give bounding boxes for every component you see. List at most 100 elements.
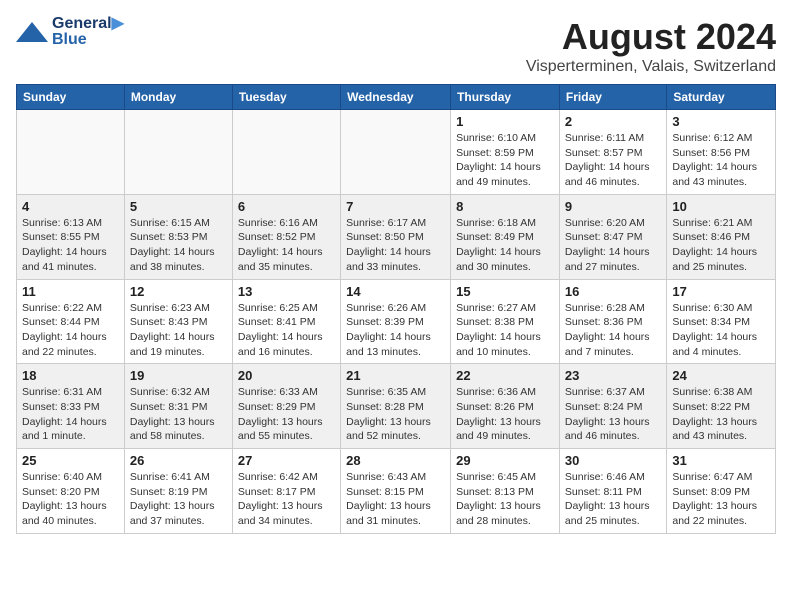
day-info: Sunrise: 6:10 AM Sunset: 8:59 PM Dayligh… bbox=[456, 131, 554, 190]
weekday-header-monday: Monday bbox=[124, 85, 232, 110]
calendar-cell: 6 Sunrise: 6:16 AM Sunset: 8:52 PM Daylig… bbox=[232, 194, 340, 279]
month-title: August 2024 bbox=[526, 16, 776, 58]
day-info: Sunrise: 6:15 AM Sunset: 8:53 PM Dayligh… bbox=[130, 216, 227, 275]
calendar-cell bbox=[17, 110, 125, 195]
day-info: Sunrise: 6:31 AM Sunset: 8:33 PM Dayligh… bbox=[22, 385, 119, 444]
calendar-cell: 21Sunrise: 6:35 AM Sunset: 8:28 PM Dayli… bbox=[341, 364, 451, 449]
calendar-cell: 13 Sunrise: 6:25 AM Sunset: 8:41 PM Dayli… bbox=[232, 279, 340, 364]
day-number: 17 bbox=[672, 284, 770, 299]
day-number: 19 bbox=[130, 368, 227, 383]
day-number: 15 bbox=[456, 284, 554, 299]
day-number: 26 bbox=[130, 453, 227, 468]
day-number: 31 bbox=[672, 453, 770, 468]
day-info: Sunrise: 6:23 AM Sunset: 8:43 PM Dayligh… bbox=[130, 301, 227, 360]
calendar-table: SundayMondayTuesdayWednesdayThursdayFrid… bbox=[16, 84, 776, 534]
calendar-cell bbox=[124, 110, 232, 195]
day-info: Sunrise: 6:30 AM Sunset: 8:34 PM Dayligh… bbox=[672, 301, 770, 360]
day-info: Sunrise: 6:46 AM Sunset: 8:11 PM Dayligh… bbox=[565, 470, 661, 529]
logo: General▶ Blue bbox=[16, 16, 124, 48]
day-info: Sunrise: 6:22 AM Sunset: 8:44 PM Dayligh… bbox=[22, 301, 119, 360]
calendar-cell: 1 Sunrise: 6:10 AM Sunset: 8:59 PM Daylig… bbox=[451, 110, 560, 195]
day-info: Sunrise: 6:32 AM Sunset: 8:31 PM Dayligh… bbox=[130, 385, 227, 444]
header-section: General▶ Blue August 2024 Visperterminen… bbox=[16, 16, 776, 76]
day-number: 7 bbox=[346, 199, 445, 214]
calendar-cell: 11 Sunrise: 6:22 AM Sunset: 8:44 PM Dayli… bbox=[17, 279, 125, 364]
calendar-cell: 20 Sunrise: 6:33 AM Sunset: 8:29 PM Dayli… bbox=[232, 364, 340, 449]
weekday-header-sunday: Sunday bbox=[17, 85, 125, 110]
day-number: 6 bbox=[238, 199, 335, 214]
calendar-cell: 14 Sunrise: 6:26 AM Sunset: 8:39 PM Dayli… bbox=[341, 279, 451, 364]
calendar-cell: 4 Sunrise: 6:13 AM Sunset: 8:55 PM Daylig… bbox=[17, 194, 125, 279]
calendar-cell: 5 Sunrise: 6:15 AM Sunset: 8:53 PM Daylig… bbox=[124, 194, 232, 279]
calendar-cell: 3 Sunrise: 6:12 AM Sunset: 8:56 PM Daylig… bbox=[667, 110, 776, 195]
weekday-header-friday: Friday bbox=[559, 85, 666, 110]
calendar-week-row: 25 Sunrise: 6:40 AM Sunset: 8:20 PM Dayli… bbox=[17, 449, 776, 534]
calendar-cell: 30 Sunrise: 6:46 AM Sunset: 8:11 PM Dayli… bbox=[559, 449, 666, 534]
day-number: 27 bbox=[238, 453, 335, 468]
day-info: Sunrise: 6:47 AM Sunset: 8:09 PM Dayligh… bbox=[672, 470, 770, 529]
day-info: Sunrise: 6:33 AM Sunset: 8:29 PM Dayligh… bbox=[238, 385, 335, 444]
calendar-cell: 18Sunrise: 6:31 AM Sunset: 8:33 PM Dayli… bbox=[17, 364, 125, 449]
day-number: 5 bbox=[130, 199, 227, 214]
day-number: 29 bbox=[456, 453, 554, 468]
day-info: Sunrise: 6:12 AM Sunset: 8:56 PM Dayligh… bbox=[672, 131, 770, 190]
calendar-week-row: 11 Sunrise: 6:22 AM Sunset: 8:44 PM Dayli… bbox=[17, 279, 776, 364]
calendar-cell: 10Sunrise: 6:21 AM Sunset: 8:46 PM Dayli… bbox=[667, 194, 776, 279]
day-info: Sunrise: 6:27 AM Sunset: 8:38 PM Dayligh… bbox=[456, 301, 554, 360]
day-number: 1 bbox=[456, 114, 554, 129]
day-info: Sunrise: 6:13 AM Sunset: 8:55 PM Dayligh… bbox=[22, 216, 119, 275]
weekday-header-saturday: Saturday bbox=[667, 85, 776, 110]
day-info: Sunrise: 6:20 AM Sunset: 8:47 PM Dayligh… bbox=[565, 216, 661, 275]
day-info: Sunrise: 6:17 AM Sunset: 8:50 PM Dayligh… bbox=[346, 216, 445, 275]
day-info: Sunrise: 6:28 AM Sunset: 8:36 PM Dayligh… bbox=[565, 301, 661, 360]
calendar-cell: 31 Sunrise: 6:47 AM Sunset: 8:09 PM Dayli… bbox=[667, 449, 776, 534]
day-number: 8 bbox=[456, 199, 554, 214]
calendar-week-row: 18Sunrise: 6:31 AM Sunset: 8:33 PM Dayli… bbox=[17, 364, 776, 449]
day-info: Sunrise: 6:16 AM Sunset: 8:52 PM Dayligh… bbox=[238, 216, 335, 275]
calendar-cell bbox=[232, 110, 340, 195]
calendar-cell: 24 Sunrise: 6:38 AM Sunset: 8:22 PM Dayli… bbox=[667, 364, 776, 449]
calendar-week-row: 4 Sunrise: 6:13 AM Sunset: 8:55 PM Daylig… bbox=[17, 194, 776, 279]
day-number: 2 bbox=[565, 114, 661, 129]
day-info: Sunrise: 6:26 AM Sunset: 8:39 PM Dayligh… bbox=[346, 301, 445, 360]
day-number: 4 bbox=[22, 199, 119, 214]
day-number: 30 bbox=[565, 453, 661, 468]
day-info: Sunrise: 6:40 AM Sunset: 8:20 PM Dayligh… bbox=[22, 470, 119, 529]
day-number: 14 bbox=[346, 284, 445, 299]
day-number: 21 bbox=[346, 368, 445, 383]
day-info: Sunrise: 6:11 AM Sunset: 8:57 PM Dayligh… bbox=[565, 131, 661, 190]
day-info: Sunrise: 6:41 AM Sunset: 8:19 PM Dayligh… bbox=[130, 470, 227, 529]
day-number: 13 bbox=[238, 284, 335, 299]
day-number: 3 bbox=[672, 114, 770, 129]
calendar-cell: 15 Sunrise: 6:27 AM Sunset: 8:38 PM Dayli… bbox=[451, 279, 560, 364]
calendar-cell: 17 Sunrise: 6:30 AM Sunset: 8:34 PM Dayli… bbox=[667, 279, 776, 364]
calendar-cell bbox=[341, 110, 451, 195]
weekday-header-thursday: Thursday bbox=[451, 85, 560, 110]
day-number: 20 bbox=[238, 368, 335, 383]
day-number: 22 bbox=[456, 368, 554, 383]
day-number: 11 bbox=[22, 284, 119, 299]
day-number: 25 bbox=[22, 453, 119, 468]
calendar-cell: 12 Sunrise: 6:23 AM Sunset: 8:43 PM Dayli… bbox=[124, 279, 232, 364]
calendar-cell: 8 Sunrise: 6:18 AM Sunset: 8:49 PM Daylig… bbox=[451, 194, 560, 279]
calendar-cell: 23Sunrise: 6:37 AM Sunset: 8:24 PM Dayli… bbox=[559, 364, 666, 449]
calendar-cell: 16Sunrise: 6:28 AM Sunset: 8:36 PM Dayli… bbox=[559, 279, 666, 364]
day-info: Sunrise: 6:25 AM Sunset: 8:41 PM Dayligh… bbox=[238, 301, 335, 360]
day-number: 28 bbox=[346, 453, 445, 468]
calendar-cell: 19 Sunrise: 6:32 AM Sunset: 8:31 PM Dayli… bbox=[124, 364, 232, 449]
day-number: 24 bbox=[672, 368, 770, 383]
calendar-cell: 7 Sunrise: 6:17 AM Sunset: 8:50 PM Daylig… bbox=[341, 194, 451, 279]
day-number: 9 bbox=[565, 199, 661, 214]
calendar-cell: 29Sunrise: 6:45 AM Sunset: 8:13 PM Dayli… bbox=[451, 449, 560, 534]
calendar-cell: 28Sunrise: 6:43 AM Sunset: 8:15 PM Dayli… bbox=[341, 449, 451, 534]
day-info: Sunrise: 6:38 AM Sunset: 8:22 PM Dayligh… bbox=[672, 385, 770, 444]
day-info: Sunrise: 6:18 AM Sunset: 8:49 PM Dayligh… bbox=[456, 216, 554, 275]
day-number: 12 bbox=[130, 284, 227, 299]
calendar-cell: 25 Sunrise: 6:40 AM Sunset: 8:20 PM Dayli… bbox=[17, 449, 125, 534]
calendar-cell: 9 Sunrise: 6:20 AM Sunset: 8:47 PM Daylig… bbox=[559, 194, 666, 279]
calendar-week-row: 1 Sunrise: 6:10 AM Sunset: 8:59 PM Daylig… bbox=[17, 110, 776, 195]
weekday-header-tuesday: Tuesday bbox=[232, 85, 340, 110]
weekday-header-wednesday: Wednesday bbox=[341, 85, 451, 110]
title-block: August 2024 Visperterminen, Valais, Swit… bbox=[526, 16, 776, 76]
calendar-cell: 26 Sunrise: 6:41 AM Sunset: 8:19 PM Dayli… bbox=[124, 449, 232, 534]
